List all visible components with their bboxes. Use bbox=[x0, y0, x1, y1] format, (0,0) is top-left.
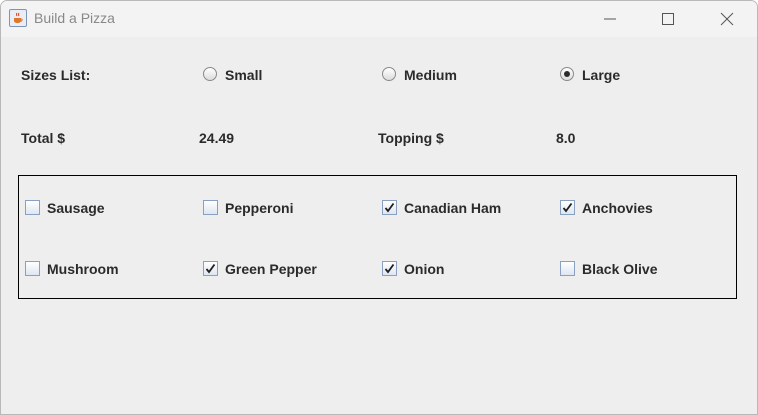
topping-checkbox-pepperoni[interactable] bbox=[203, 200, 218, 215]
window-title: Build a Pizza bbox=[34, 10, 115, 26]
topping-label-mushroom[interactable]: Mushroom bbox=[47, 261, 119, 277]
topping-cost-label: Topping $ bbox=[378, 130, 444, 146]
topping-checkbox-sausage[interactable] bbox=[25, 200, 40, 215]
topping-checkbox-black-olive[interactable] bbox=[560, 261, 575, 276]
content-pane: Sizes List: Small Medium Large Total $ 2… bbox=[1, 37, 757, 414]
total-label: Total $ bbox=[21, 130, 66, 146]
minimize-icon bbox=[604, 18, 616, 20]
topping-checkbox-green-pepper[interactable] bbox=[203, 261, 218, 276]
toppings-panel bbox=[18, 175, 737, 299]
check-mark-icon bbox=[384, 202, 395, 213]
topping-label-sausage[interactable]: Sausage bbox=[47, 200, 105, 216]
title-bar[interactable]: Build a Pizza bbox=[1, 1, 757, 37]
close-icon bbox=[720, 12, 734, 26]
close-button[interactable] bbox=[704, 1, 750, 37]
size-label-medium[interactable]: Medium bbox=[404, 67, 457, 83]
sizes-list-label: Sizes List: bbox=[21, 67, 91, 83]
size-label-small[interactable]: Small bbox=[225, 67, 262, 83]
minimize-button[interactable] bbox=[587, 1, 633, 37]
check-mark-icon bbox=[384, 263, 395, 274]
topping-label-black-olive[interactable]: Black Olive bbox=[582, 261, 658, 277]
total-value: 24.49 bbox=[199, 130, 235, 146]
check-mark-icon bbox=[205, 263, 216, 274]
topping-label-green-pepper[interactable]: Green Pepper bbox=[225, 261, 317, 277]
app-window: Build a Pizza Sizes List: Small Medium L… bbox=[0, 0, 758, 415]
size-radio-medium[interactable] bbox=[382, 67, 396, 81]
maximize-button[interactable] bbox=[645, 1, 691, 37]
topping-checkbox-mushroom[interactable] bbox=[25, 261, 40, 276]
topping-checkbox-canadian-ham[interactable] bbox=[382, 200, 397, 215]
topping-label-pepperoni[interactable]: Pepperoni bbox=[225, 200, 293, 216]
size-label-large[interactable]: Large bbox=[582, 67, 620, 83]
topping-cost-value: 8.0 bbox=[556, 130, 576, 146]
topping-label-anchovies[interactable]: Anchovies bbox=[582, 200, 653, 216]
maximize-icon bbox=[662, 13, 674, 25]
java-cup-icon bbox=[9, 9, 27, 27]
topping-checkbox-onion[interactable] bbox=[382, 261, 397, 276]
topping-label-canadian-ham[interactable]: Canadian Ham bbox=[404, 200, 501, 216]
check-mark-icon bbox=[562, 202, 573, 213]
size-radio-small[interactable] bbox=[203, 67, 217, 81]
size-radio-large[interactable] bbox=[560, 67, 574, 81]
topping-checkbox-anchovies[interactable] bbox=[560, 200, 575, 215]
topping-label-onion[interactable]: Onion bbox=[404, 261, 444, 277]
